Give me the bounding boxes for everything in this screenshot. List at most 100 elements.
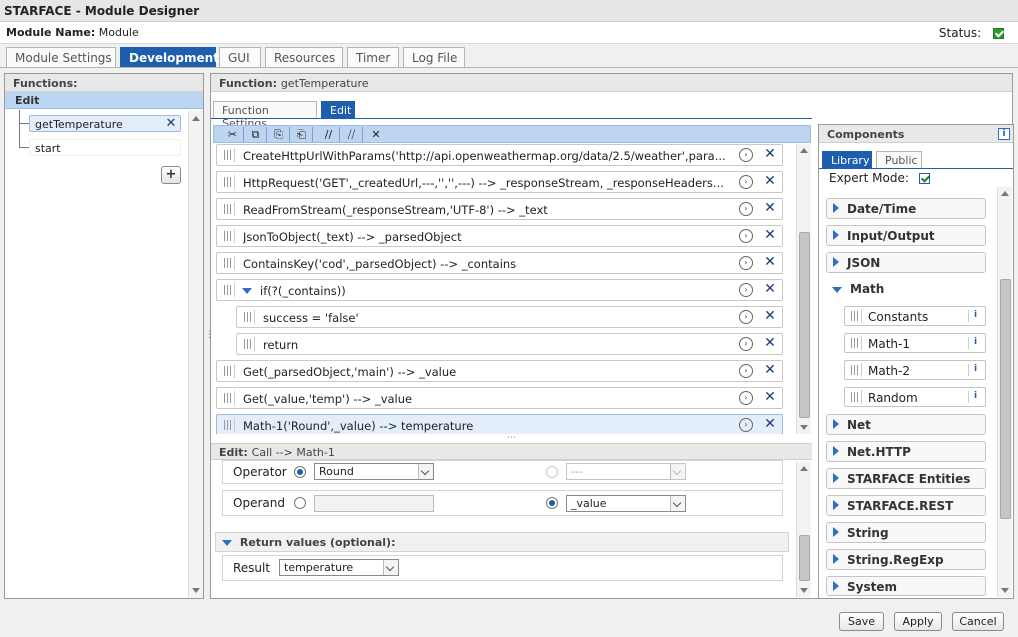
category-input-output[interactable]: Input/Output: [826, 225, 986, 246]
go-to-icon[interactable]: ›: [739, 229, 753, 243]
subtab-function-settings[interactable]: Function Settings: [213, 101, 317, 130]
operand-select[interactable]: _value: [566, 495, 686, 512]
result-select[interactable]: temperature: [279, 559, 399, 576]
category-starface-entities[interactable]: STARFACE Entities: [826, 468, 986, 489]
go-to-icon[interactable]: ›: [739, 364, 753, 378]
info-icon[interactable]: i: [998, 128, 1010, 140]
scroll-thumb[interactable]: [1000, 279, 1011, 519]
drag-handle-icon[interactable]: [241, 310, 255, 324]
comment-icon[interactable]: //: [318, 127, 340, 142]
operand-input[interactable]: [314, 495, 434, 512]
category-starface-rest[interactable]: STARFACE.REST: [826, 495, 986, 516]
return-section-header[interactable]: Return values (optional):: [215, 532, 789, 552]
category-net[interactable]: Net: [826, 414, 986, 435]
info-icon[interactable]: i: [968, 364, 982, 376]
drag-handle-icon[interactable]: [221, 202, 235, 216]
drag-handle-icon[interactable]: [221, 391, 235, 405]
remove-icon[interactable]: ✕: [763, 363, 777, 378]
drag-handle-icon[interactable]: [221, 364, 235, 378]
scroll-down-icon[interactable]: [1001, 588, 1009, 593]
tab-gui[interactable]: GUI: [219, 47, 261, 68]
expert-mode-checkbox[interactable]: [918, 173, 930, 184]
drag-handle-icon[interactable]: [221, 148, 235, 162]
statement-row[interactable]: Get(_parsedObject,'main') --> _value › ✕: [216, 360, 783, 382]
tab-resources[interactable]: Resources: [265, 47, 343, 68]
apply-button[interactable]: Apply: [894, 612, 942, 631]
scroll-up-icon[interactable]: [800, 466, 808, 471]
go-to-icon[interactable]: ›: [739, 175, 753, 189]
info-icon[interactable]: i: [968, 337, 982, 349]
remove-icon[interactable]: ✕: [763, 390, 777, 405]
scroll-thumb[interactable]: [799, 535, 810, 581]
go-to-icon[interactable]: ›: [739, 148, 753, 162]
paste-icon[interactable]: ⎘: [268, 127, 290, 142]
remove-icon[interactable]: ✕: [763, 147, 777, 162]
component-random[interactable]: Random i: [844, 387, 986, 407]
operator-alt-select[interactable]: ---: [566, 463, 686, 480]
operand-radio-variable[interactable]: [546, 497, 558, 509]
tab-development[interactable]: Development: [120, 47, 219, 68]
collapse-icon[interactable]: [222, 540, 232, 546]
scroll-up-icon[interactable]: [1001, 191, 1009, 196]
statement-row-nested[interactable]: return › ✕: [236, 333, 783, 355]
go-to-icon[interactable]: ›: [739, 337, 753, 351]
remove-icon[interactable]: ✕: [763, 255, 777, 270]
remove-icon[interactable]: ✕: [763, 201, 777, 216]
statement-row-selected[interactable]: Math-1('Round',_value) --> temperature ›…: [216, 414, 783, 434]
statement-row[interactable]: JsonToObject(_text) --> _parsedObject › …: [216, 225, 783, 247]
edit-scrollbar[interactable]: [796, 462, 811, 597]
remove-icon[interactable]: ✕: [763, 309, 777, 324]
go-to-icon[interactable]: ›: [739, 256, 753, 270]
statement-row[interactable]: CreateHttpUrlWithParams('http://api.open…: [216, 144, 783, 166]
info-icon[interactable]: i: [968, 391, 982, 403]
tab-timer[interactable]: Timer: [347, 47, 399, 68]
category-net-http[interactable]: Net.HTTP: [826, 441, 986, 462]
category-json[interactable]: JSON: [826, 252, 986, 273]
save-button[interactable]: Save: [839, 612, 884, 631]
scroll-down-icon[interactable]: [800, 588, 808, 593]
operator-radio-primary[interactable]: [294, 466, 306, 478]
drag-handle-icon[interactable]: [221, 175, 235, 189]
paste-below-icon[interactable]: ⎗: [291, 127, 313, 142]
collapse-icon[interactable]: [242, 288, 252, 294]
functions-scrollbar[interactable]: [188, 111, 203, 598]
operator-select[interactable]: Round: [314, 463, 434, 480]
drag-handle-icon[interactable]: [221, 283, 235, 297]
drag-handle-icon[interactable]: [221, 229, 235, 243]
operator-radio-alt[interactable]: [546, 466, 558, 478]
statement-row[interactable]: ReadFromStream(_responseStream,'UTF-8') …: [216, 198, 783, 220]
status-checkbox[interactable]: [993, 28, 1004, 39]
go-to-icon[interactable]: ›: [739, 202, 753, 216]
scroll-thumb[interactable]: [799, 232, 810, 418]
close-icon[interactable]: ✕: [164, 117, 178, 131]
drag-handle-icon[interactable]: [848, 390, 862, 404]
category-date-time[interactable]: Date/Time: [826, 198, 986, 219]
component-constants[interactable]: Constants i: [844, 306, 986, 326]
statement-row[interactable]: HttpRequest('GET',_createdUrl,---,'','',…: [216, 171, 783, 193]
statement-scrollbar[interactable]: [796, 144, 811, 434]
function-item-start[interactable]: start: [29, 139, 181, 156]
drag-handle-icon[interactable]: [848, 336, 862, 350]
statement-row-if[interactable]: if(?(_contains)) › ✕: [216, 279, 783, 301]
delete-icon[interactable]: ✕: [365, 127, 387, 142]
statement-row-nested[interactable]: success = 'false' › ✕: [236, 306, 783, 328]
drag-handle-icon[interactable]: [241, 337, 255, 351]
drag-handle-icon[interactable]: [848, 363, 862, 377]
add-function-button[interactable]: +: [161, 166, 181, 184]
statement-row[interactable]: ContainsKey('cod',_parsedObject) --> _co…: [216, 252, 783, 274]
scroll-down-icon[interactable]: [800, 425, 808, 430]
go-to-icon[interactable]: ›: [739, 310, 753, 324]
drag-handle-icon[interactable]: [848, 309, 862, 323]
scroll-up-icon[interactable]: [192, 116, 200, 121]
tab-log-file[interactable]: Log File: [403, 47, 465, 68]
info-icon[interactable]: i: [968, 310, 982, 322]
drag-handle-icon[interactable]: [221, 256, 235, 270]
copy-icon[interactable]: ⧉: [245, 127, 267, 142]
category-system[interactable]: System: [826, 576, 986, 596]
remove-icon[interactable]: ✕: [763, 228, 777, 243]
operand-radio-input[interactable]: [294, 497, 306, 509]
go-to-icon[interactable]: ›: [739, 418, 753, 432]
scroll-up-icon[interactable]: [800, 148, 808, 153]
tab-library[interactable]: Library: [822, 151, 872, 169]
splitter-handle-horizontal[interactable]: ⋯: [507, 433, 516, 443]
